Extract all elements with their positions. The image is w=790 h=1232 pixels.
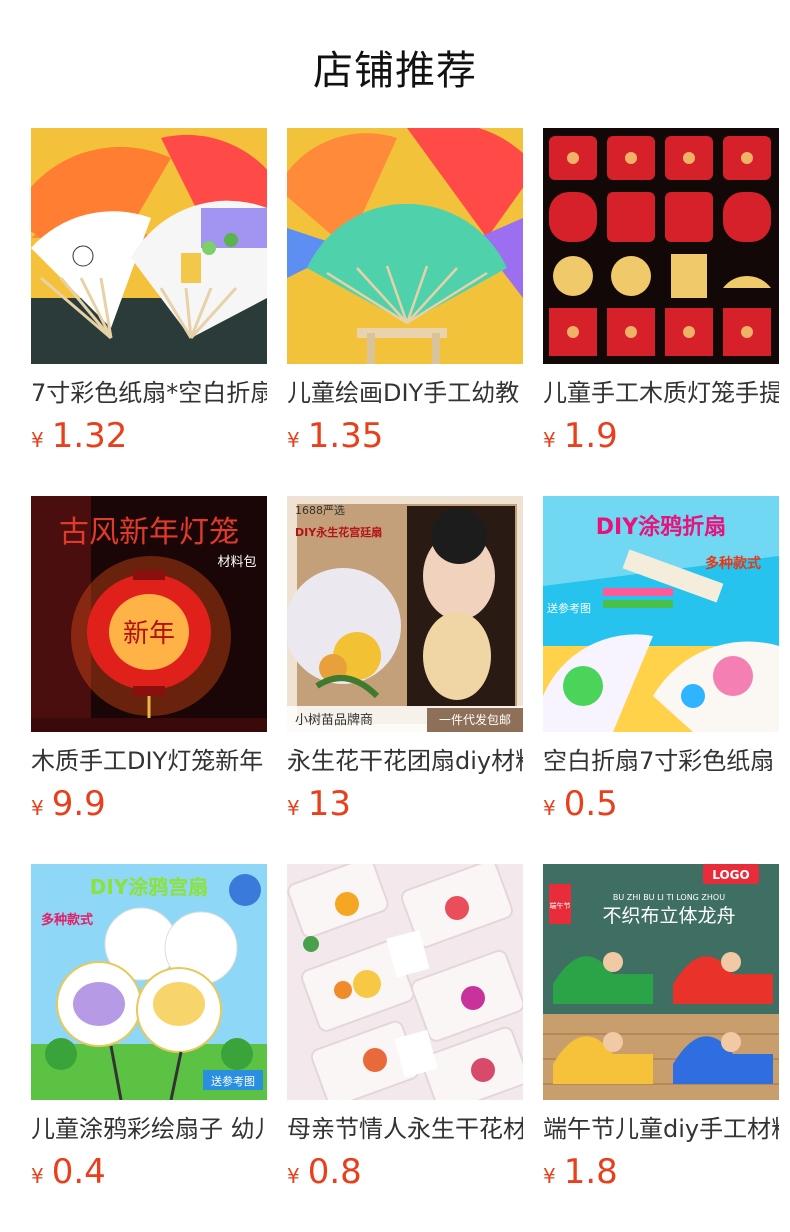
currency-symbol: ¥ [287,428,300,452]
price-value: 0.8 [307,1152,362,1192]
product-card[interactable]: LOGO BU ZHI BU LI TI LONG ZHOU 不织布立体龙舟 端… [543,864,779,1194]
product-card[interactable]: 1688严选 DIY永生花宫廷扇 小树苗品牌商 一件代发包邮 永生花干花团扇di… [287,496,523,826]
brand-text: 小树苗品牌商 [295,712,373,728]
currency-symbol: ¥ [287,796,300,820]
product-banner-text: DIY永生花宫廷扇 [295,525,382,539]
lantern-kit-text: 材料包 [217,555,256,570]
lantern-banner-text: 古风新年灯笼 [59,515,239,550]
product-title[interactable]: 7寸彩色纸扇*空白折扇 [31,376,267,410]
product-banner-text: DIY涂鸦折扇 [596,514,726,540]
product-card[interactable]: 古风新年灯笼 材料包 新年 木质手工DIY灯笼新年 ¥9.9 [31,496,267,826]
variety-text: 多种款式 [41,912,93,928]
festival-badge-text: 端午节 [550,901,571,910]
price-value: 1.8 [563,1152,618,1192]
currency-symbol: ¥ [31,428,44,452]
product-title[interactable]: 儿童手工木质灯笼手提 [543,376,779,410]
pinyin-text: BU ZHI BU LI TI LONG ZHOU [613,893,725,902]
product-card[interactable]: 儿童手工木质灯笼手提 ¥1.9 [543,128,779,458]
product-card[interactable]: DIY涂鸦折扇 多种款式 送参考图 空白折扇7寸彩色纸扇 ¥0.5 [543,496,779,826]
price-value: 1.32 [51,416,128,456]
product-price: ¥1.35 [287,414,523,458]
product-banner-text: DIY涂鸦宫扇 [90,875,209,899]
product-price: ¥1.9 [543,414,779,458]
product-price: ¥9.9 [31,782,267,826]
variety-text: 多种款式 [705,555,761,572]
product-image[interactable]: DIY涂鸦折扇 多种款式 送参考图 [543,496,779,732]
badge-text: 1688严选 [295,504,345,517]
price-value: 0.5 [563,784,618,824]
product-price: ¥0.4 [31,1150,267,1194]
product-image[interactable] [543,128,779,364]
product-image[interactable] [31,128,267,364]
product-title[interactable]: 母亲节情人永生干花材料 [287,1112,523,1146]
product-image[interactable]: 古风新年灯笼 材料包 新年 [31,496,267,732]
logo-text: LOGO [712,868,749,882]
product-image[interactable] [287,128,523,364]
product-price: ¥1.32 [31,414,267,458]
product-title[interactable]: 儿童绘画DIY手工幼教 [287,376,523,410]
currency-symbol: ¥ [31,796,44,820]
product-image[interactable] [287,864,523,1100]
currency-symbol: ¥ [31,1164,44,1188]
currency-symbol: ¥ [543,796,556,820]
currency-symbol: ¥ [543,428,556,452]
lantern-center-text: 新年 [123,619,175,649]
product-title[interactable]: 空白折扇7寸彩色纸扇 [543,744,779,778]
product-banner-text: 不织布立体龙舟 [602,905,735,927]
reference-text: 送参考图 [547,601,591,615]
product-card[interactable]: 7寸彩色纸扇*空白折扇 ¥1.32 [31,128,267,458]
product-image[interactable]: DIY涂鸦宫扇 多种款式 送参考图 [31,864,267,1100]
price-value: 1.9 [563,416,618,456]
product-card[interactable]: DIY涂鸦宫扇 多种款式 送参考图 儿童涂鸦彩绘扇子 幼儿园 ¥0.4 [31,864,267,1194]
product-image[interactable]: LOGO BU ZHI BU LI TI LONG ZHOU 不织布立体龙舟 端… [543,864,779,1100]
page-title: 店铺推荐 [313,48,477,94]
reference-text: 送参考图 [211,1074,255,1088]
product-card[interactable]: 母亲节情人永生干花材料 ¥0.8 [287,864,523,1194]
product-price: ¥0.8 [287,1150,523,1194]
price-value: 1.35 [307,416,384,456]
currency-symbol: ¥ [543,1164,556,1188]
price-value: 13 [307,784,351,824]
product-price: ¥13 [287,782,523,826]
product-title[interactable]: 儿童涂鸦彩绘扇子 幼儿园 [31,1112,267,1146]
product-card[interactable]: 儿童绘画DIY手工幼教 ¥1.35 [287,128,523,458]
product-title[interactable]: 永生花干花团扇diy材料 [287,744,523,778]
product-image[interactable]: 1688严选 DIY永生花宫廷扇 小树苗品牌商 一件代发包邮 [287,496,523,732]
product-price: ¥0.5 [543,782,779,826]
product-title[interactable]: 木质手工DIY灯笼新年 [31,744,267,778]
product-title[interactable]: 端午节儿童diy手工材料 [543,1112,779,1146]
price-value: 0.4 [51,1152,106,1192]
product-price: ¥1.8 [543,1150,779,1194]
price-value: 9.9 [51,784,106,824]
currency-symbol: ¥ [287,1164,300,1188]
shipping-text: 一件代发包邮 [439,712,511,727]
